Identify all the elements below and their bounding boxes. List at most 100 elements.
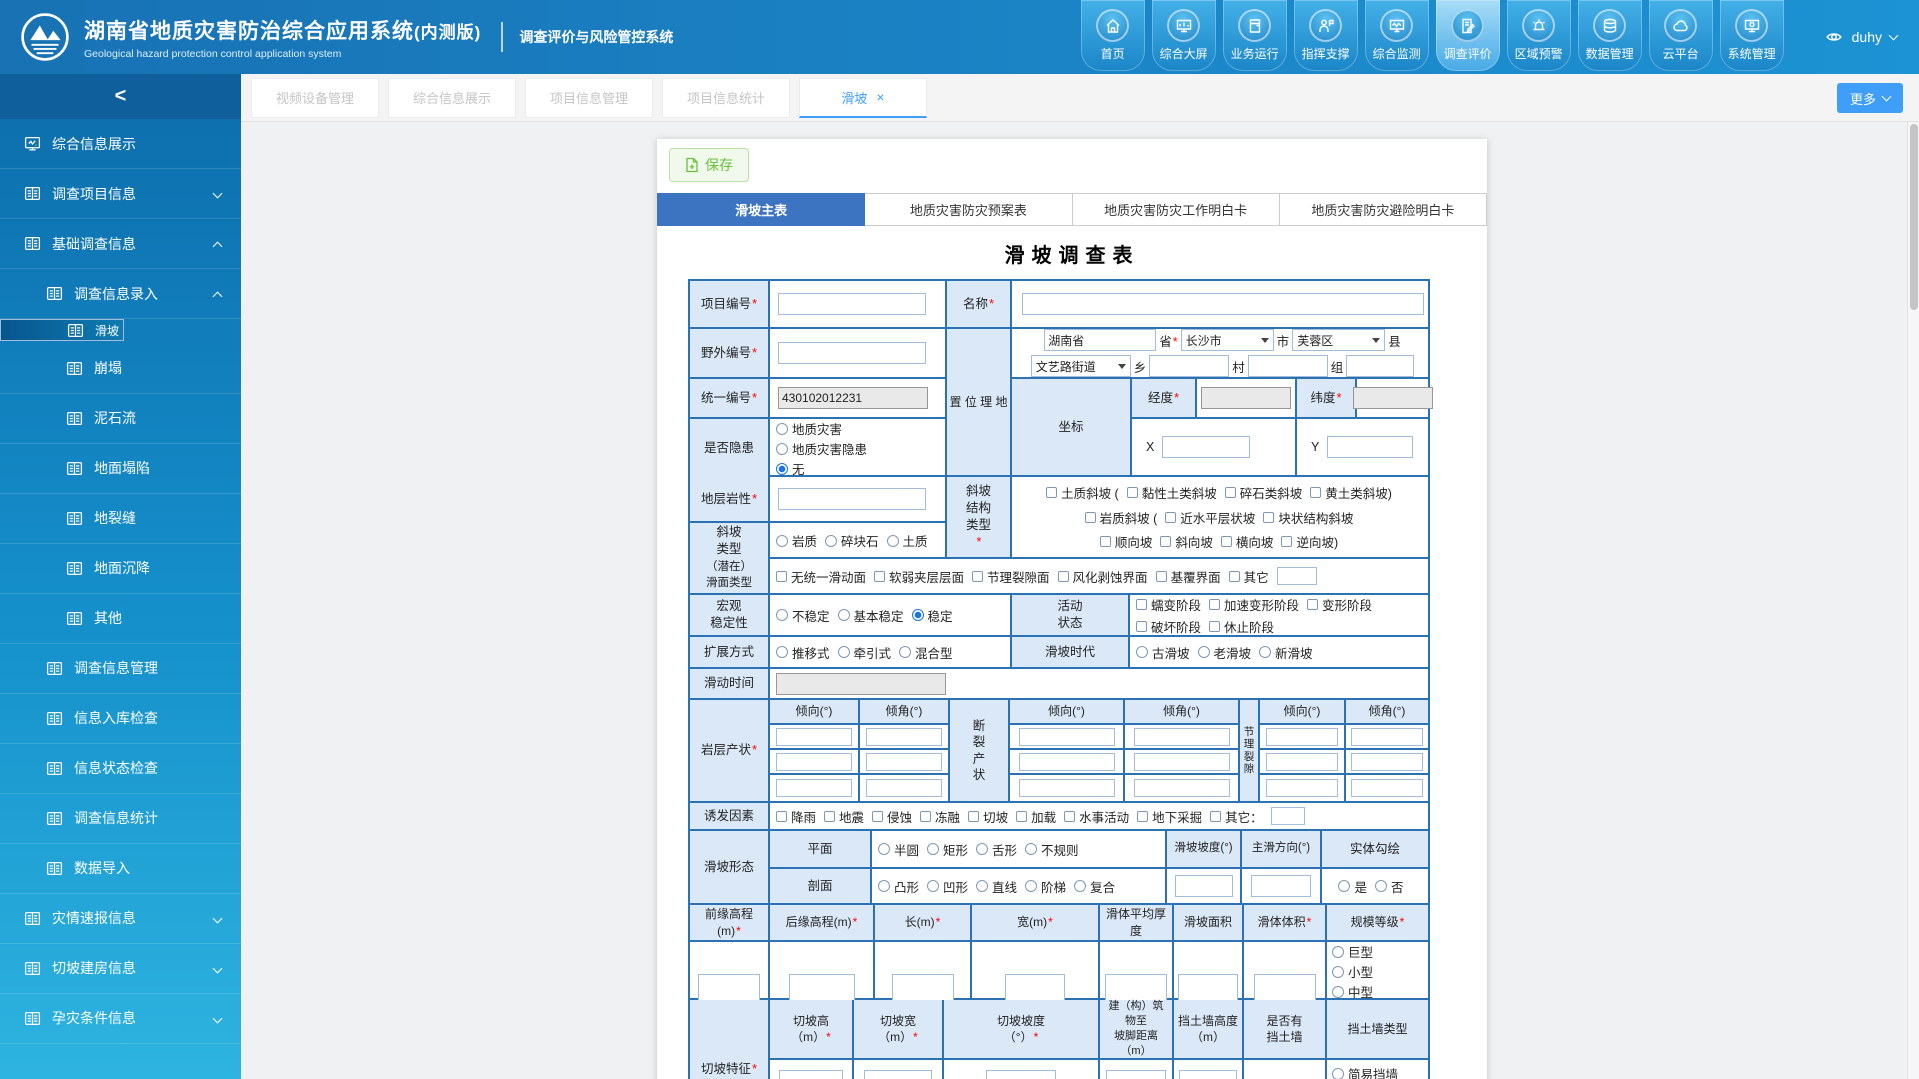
joint-dip-angle-input[interactable]	[1351, 728, 1423, 746]
sidebar-item-disaster-condition-info[interactable]: 孕灾条件信息	[0, 994, 241, 1044]
sidebar-item-overview-display[interactable]: 综合信息展示	[0, 119, 241, 169]
radio-option[interactable]: 推移式	[776, 643, 830, 662]
joint-dip-direction-input[interactable]	[1266, 728, 1338, 746]
radio-option[interactable]: 巨型	[1332, 942, 1373, 961]
nav-regional-warning[interactable]: 区域预警	[1507, 0, 1571, 71]
checkbox-option[interactable]: 碎石类斜坡	[1225, 483, 1303, 502]
checkbox-option[interactable]: 逆向坡)	[1281, 532, 1338, 551]
joint-dip-angle-input[interactable]	[1351, 753, 1423, 771]
radio-option[interactable]: 不稳定	[776, 606, 830, 625]
form-tab-landslide-main[interactable]: 滑坡主表	[657, 193, 865, 226]
radio-option[interactable]: 阶梯	[1025, 877, 1066, 896]
checkbox-option[interactable]: 蠕变阶段	[1136, 595, 1201, 614]
tab-project-info-management[interactable]: 项目信息管理	[525, 78, 653, 118]
radio-option[interactable]: 半圆	[878, 840, 919, 859]
sidebar-item-disaster-report-info[interactable]: 灾情速报信息	[0, 894, 241, 944]
nav-system-management[interactable]: 系统管理	[1720, 0, 1784, 71]
radio-option[interactable]: 基本稳定	[838, 606, 904, 625]
sidebar-item-survey-project-info[interactable]: 调查项目信息	[0, 169, 241, 219]
sidebar-collapse-button[interactable]: <	[0, 74, 241, 119]
checkbox-option[interactable]: 软弱夹层层面	[874, 567, 964, 586]
save-button[interactable]: 保存	[669, 148, 749, 182]
sidebar-item-info-storage-check[interactable]: 信息入库检查	[0, 694, 241, 744]
rock-dip-angle-input[interactable]	[866, 728, 942, 746]
radio-option[interactable]: 凸形	[878, 877, 919, 896]
nav-data-management[interactable]: 数据管理	[1578, 0, 1642, 71]
sidebar-item-collapse[interactable]: 崩塌	[0, 344, 241, 394]
y-input[interactable]	[1327, 436, 1413, 458]
sidebar-item-survey-info-management[interactable]: 调查信息管理	[0, 644, 241, 694]
checkbox-option[interactable]: 其它：	[1210, 807, 1263, 826]
checkbox-option[interactable]: 横向坡	[1221, 532, 1274, 551]
radio-option[interactable]: 舌形	[976, 840, 1017, 859]
more-button[interactable]: 更多	[1837, 83, 1903, 113]
cut-width-input[interactable]	[864, 1070, 932, 1079]
checkbox-option[interactable]: 休止阶段	[1209, 617, 1274, 636]
checkbox-option[interactable]: 风化剥蚀界面	[1058, 567, 1148, 586]
group-input[interactable]	[1248, 355, 1328, 377]
radio-option[interactable]: 无	[776, 459, 805, 478]
main-slide-direction-input[interactable]	[1251, 875, 1311, 897]
checkbox-option[interactable]: 节理裂隙面	[972, 567, 1050, 586]
checkbox-option[interactable]: 加速变形阶段	[1209, 595, 1299, 614]
nav-command-support[interactable]: 指挥支撑	[1294, 0, 1358, 71]
checkbox-option[interactable]: 顺向坡	[1100, 532, 1153, 551]
form-tab-prevention-plan[interactable]: 地质灾害防灾预案表	[865, 193, 1072, 226]
sidebar-item-survey-info-entry[interactable]: 调查信息录入	[0, 269, 241, 319]
checkbox-option[interactable]: 岩质斜坡 (	[1085, 508, 1158, 527]
checkbox-option[interactable]: 黏性土类斜坡	[1127, 483, 1217, 502]
checkbox-option[interactable]: 水事活动	[1064, 807, 1129, 826]
name-input[interactable]	[1022, 293, 1424, 315]
checkbox-option[interactable]: 切坡	[968, 807, 1008, 826]
fracture-dip-angle-input[interactable]	[1134, 753, 1230, 771]
nav-big-screen[interactable]: 综合大屏	[1152, 0, 1216, 71]
county-select[interactable]: 芙蓉区	[1292, 329, 1385, 351]
fracture-dip-angle-input[interactable]	[1134, 728, 1230, 746]
radio-option[interactable]: 凹形	[927, 877, 968, 896]
fracture-dip-direction-input[interactable]	[1019, 753, 1115, 771]
radio-option[interactable]: 矩形	[927, 840, 968, 859]
checkbox-option[interactable]: 侵蚀	[872, 807, 912, 826]
cut-gradient-input[interactable]	[986, 1070, 1056, 1079]
nav-comprehensive-monitor[interactable]: 综合监测	[1365, 0, 1429, 71]
radio-option[interactable]: 直线	[976, 877, 1017, 896]
radio-option[interactable]: 地质灾害	[776, 419, 842, 438]
checkbox-option[interactable]: 土质斜坡 (	[1046, 483, 1119, 502]
checkbox-option[interactable]: 加载	[1016, 807, 1056, 826]
nav-business-operation[interactable]: 业务运行	[1223, 0, 1287, 71]
nav-cloud-platform[interactable]: 云平台	[1649, 0, 1713, 71]
sidebar-item-ground-fissure[interactable]: 地裂缝	[0, 494, 241, 544]
sidebar-item-data-import[interactable]: 数据导入	[0, 844, 241, 894]
radio-option[interactable]: 地质灾害隐患	[776, 439, 867, 458]
checkbox-option[interactable]: 降雨	[776, 807, 816, 826]
x-input[interactable]	[1162, 436, 1250, 458]
close-icon[interactable]: ×	[876, 89, 884, 105]
radio-option[interactable]: 复合	[1074, 877, 1115, 896]
tab-video-device-management[interactable]: 视频设备管理	[251, 78, 379, 118]
joint-dip-direction-input[interactable]	[1266, 753, 1338, 771]
radio-option[interactable]: 否	[1375, 877, 1404, 896]
fracture-dip-direction-input[interactable]	[1019, 779, 1115, 797]
checkbox-option[interactable]: 基覆界面	[1156, 567, 1221, 586]
rock-dip-direction-input[interactable]	[776, 779, 852, 797]
radio-option[interactable]: 牵引式	[838, 643, 892, 662]
sidebar-item-ground-collapse[interactable]: 地面塌陷	[0, 444, 241, 494]
field-id-input[interactable]	[778, 342, 926, 364]
radio-option[interactable]: 混合型	[899, 643, 953, 662]
checkbox-option[interactable]: 其它	[1229, 567, 1269, 586]
form-tab-avoidance-card[interactable]: 地质灾害防灾避险明白卡	[1280, 193, 1487, 226]
radio-option[interactable]: 不规则	[1025, 840, 1079, 859]
checkbox-option[interactable]: 近水平层状坡	[1165, 508, 1255, 527]
city-select[interactable]: 长沙市	[1181, 329, 1274, 351]
rock-dip-direction-input[interactable]	[776, 753, 852, 771]
latitude-input[interactable]	[1353, 387, 1433, 409]
group2-input[interactable]	[1346, 355, 1414, 377]
checkbox-option[interactable]: 黄土类斜坡)	[1310, 483, 1392, 502]
village-input[interactable]	[1149, 355, 1229, 377]
sidebar-item-land-subsidence[interactable]: 地面沉降	[0, 544, 241, 594]
trigger-other-input[interactable]	[1271, 807, 1305, 825]
sidebar-item-debris-flow[interactable]: 泥石流	[0, 394, 241, 444]
checkbox-option[interactable]: 地震	[824, 807, 864, 826]
scrollbar-thumb[interactable]	[1910, 124, 1918, 310]
fracture-dip-angle-input[interactable]	[1134, 779, 1230, 797]
